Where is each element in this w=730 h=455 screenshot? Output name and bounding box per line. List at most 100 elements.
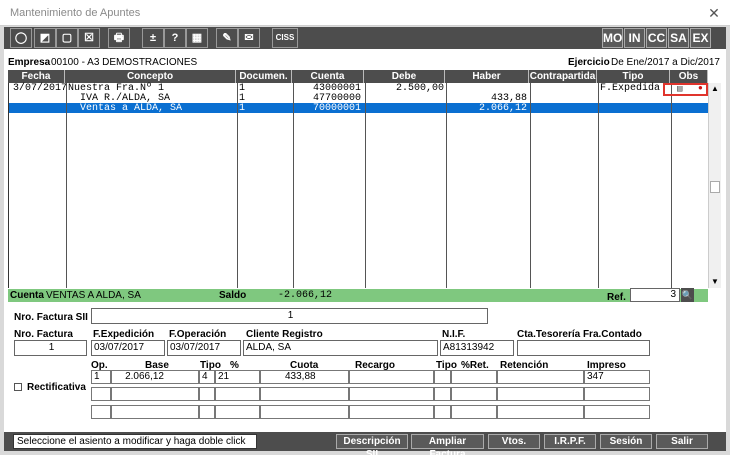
table-row-haber[interactable]: 2.066,12 bbox=[446, 104, 527, 114]
table-row-debe[interactable]: 2.500,00 bbox=[365, 84, 444, 94]
tax-cuota-cell[interactable] bbox=[260, 405, 349, 419]
tax-impreso-cell[interactable] bbox=[584, 387, 650, 401]
tax-ret-cell[interactable] bbox=[451, 405, 497, 419]
tax-cuota-cell[interactable] bbox=[260, 387, 349, 401]
f-operacion-field[interactable]: 03/07/2017 bbox=[167, 340, 241, 356]
tax-base-cell[interactable]: 2.066,12 bbox=[111, 370, 199, 384]
help-icon[interactable]: ? bbox=[164, 28, 186, 48]
search-icon[interactable]: 🔍 bbox=[681, 288, 694, 302]
ex-button[interactable]: EX bbox=[690, 28, 711, 48]
tax-tipo-cell[interactable] bbox=[199, 387, 215, 401]
cta-tesoreria-label: Cta.Tesorería Fra.Contado bbox=[517, 329, 642, 340]
tax-retencion-cell[interactable] bbox=[497, 405, 584, 419]
tax-tipo2-cell[interactable] bbox=[434, 387, 451, 401]
calculator-icon[interactable]: ▦ bbox=[186, 28, 208, 48]
print-icon[interactable]: 🖶 bbox=[108, 28, 130, 48]
empresa-label: Empresa bbox=[8, 57, 51, 68]
entries-grid[interactable]: 3/07/2017 Nuestra Fra.Nº 1 1 43000001 2.… bbox=[8, 83, 709, 288]
tax-base-cell[interactable] bbox=[111, 387, 199, 401]
scroll-thumb[interactable] bbox=[710, 181, 720, 193]
tax-pct-cell[interactable]: 21 bbox=[215, 370, 260, 384]
nif-field[interactable]: A81313942 bbox=[440, 340, 514, 356]
grid-header: Fecha Concepto Documen. Cuenta Debe Habe… bbox=[8, 70, 708, 83]
mo-button[interactable]: MO bbox=[602, 28, 623, 48]
vertical-scrollbar[interactable]: ▲ ▼ bbox=[708, 83, 721, 288]
table-row-concepto[interactable]: Ventas a ALDA, SA bbox=[68, 104, 182, 114]
tax-op-cell[interactable] bbox=[91, 387, 111, 401]
salir-button[interactable]: Salir bbox=[656, 434, 708, 449]
tax-op-cell[interactable]: 1 bbox=[91, 370, 111, 384]
tax-pct-cell[interactable] bbox=[215, 405, 260, 419]
tax-ret-cell[interactable] bbox=[451, 370, 497, 384]
refresh-icon[interactable]: ◯ bbox=[10, 28, 32, 48]
ampliar-factura-button[interactable]: Ampliar Factura bbox=[411, 434, 484, 455]
tax-tipo-cell[interactable]: 4 bbox=[199, 370, 215, 384]
notes-icon[interactable]: ✎ bbox=[216, 28, 238, 48]
tax-tipo2-cell[interactable] bbox=[434, 370, 451, 384]
table-row-documento[interactable]: 1 bbox=[239, 104, 245, 114]
scroll-down-icon[interactable]: ▼ bbox=[711, 277, 719, 286]
rectificativa-label: Rectificativa bbox=[27, 382, 86, 393]
col-cuenta[interactable]: Cuenta bbox=[292, 70, 364, 83]
tax-ret-cell[interactable] bbox=[451, 387, 497, 401]
tax-impreso-cell[interactable]: 347 bbox=[584, 370, 650, 384]
tax-cuota-cell[interactable]: 433,88 bbox=[260, 370, 349, 384]
cliente-field[interactable]: ALDA, SA bbox=[243, 340, 438, 356]
tax-op-cell[interactable] bbox=[91, 405, 111, 419]
new-icon[interactable]: ▢ bbox=[56, 28, 78, 48]
table-row-fecha[interactable]: 3/07/2017 bbox=[13, 84, 67, 94]
col-fecha[interactable]: Fecha bbox=[8, 70, 65, 83]
tax-base-cell[interactable] bbox=[111, 405, 199, 419]
tax-tipo2-cell[interactable] bbox=[434, 405, 451, 419]
vtos-button[interactable]: Vtos. bbox=[488, 434, 540, 449]
f-expedicion-field[interactable]: 03/07/2017 bbox=[91, 340, 165, 356]
account-status-bar: Cuenta VENTAS A ALDA, SA Saldo -2.066,12 bbox=[8, 289, 708, 302]
col-documento[interactable]: Documen. bbox=[236, 70, 292, 83]
nro-factura-label: Nro. Factura bbox=[14, 329, 73, 340]
scroll-up-icon[interactable]: ▲ bbox=[711, 84, 719, 93]
cta-tesoreria-field[interactable] bbox=[517, 340, 650, 356]
tax-tipo-cell[interactable] bbox=[199, 405, 215, 419]
sesion-button[interactable]: Sesión bbox=[600, 434, 652, 449]
ref-label: Ref. bbox=[607, 292, 626, 303]
cliente-label: Cliente Registro bbox=[246, 329, 323, 340]
in-button[interactable]: IN bbox=[624, 28, 645, 48]
ciss-button[interactable]: CISS bbox=[272, 28, 298, 48]
descripcion-sii-button[interactable]: Descripción SII bbox=[336, 434, 408, 455]
col-debe[interactable]: Debe bbox=[364, 70, 445, 83]
delete-icon[interactable]: ☒ bbox=[78, 28, 100, 48]
close-icon[interactable]: ✕ bbox=[704, 3, 724, 23]
ejercicio-label: Ejercicio bbox=[568, 57, 610, 68]
edit-icon[interactable]: ◩ bbox=[34, 28, 56, 48]
tax-recargo-cell[interactable] bbox=[349, 405, 434, 419]
tax-retencion-cell[interactable] bbox=[497, 370, 584, 384]
nro-factura-sii-label: Nro. Factura SII bbox=[14, 312, 88, 323]
window-title: Mantenimiento de Apuntes bbox=[10, 7, 141, 19]
ref-input[interactable]: 3 bbox=[630, 288, 680, 302]
table-row-tipo[interactable]: F.Expedida bbox=[600, 84, 660, 94]
tax-pct-cell[interactable] bbox=[215, 387, 260, 401]
col-concepto[interactable]: Concepto bbox=[65, 70, 236, 83]
sa-button[interactable]: SA bbox=[668, 28, 689, 48]
status-hint: Seleccione el asiento a modificar y haga… bbox=[13, 434, 257, 449]
nro-factura-field[interactable]: 1 bbox=[14, 340, 87, 356]
col-haber[interactable]: Haber bbox=[445, 70, 529, 83]
tax-retencion-cell[interactable] bbox=[497, 387, 584, 401]
cuenta-value: VENTAS A ALDA, SA bbox=[46, 290, 141, 301]
empresa-value: 00100 - A3 DEMOSTRACIONES bbox=[51, 57, 198, 68]
tax-recargo-cell[interactable] bbox=[349, 387, 434, 401]
col-contrapartida[interactable]: Contrapartida bbox=[529, 70, 597, 83]
rectificativa-checkbox[interactable] bbox=[14, 383, 22, 391]
irpf-button[interactable]: I.R.P.F. bbox=[544, 434, 596, 449]
tax-impreso-cell[interactable] bbox=[584, 405, 650, 419]
mail-icon[interactable]: ✉ bbox=[238, 28, 260, 48]
saldo-label: Saldo bbox=[219, 290, 247, 301]
col-tipo[interactable]: Tipo bbox=[597, 70, 670, 83]
table-row-cuenta[interactable]: 70000001 bbox=[313, 104, 361, 114]
cuenta-label: Cuenta bbox=[10, 290, 44, 301]
cc-button[interactable]: CC bbox=[646, 28, 667, 48]
nro-factura-sii-field[interactable]: 1 bbox=[91, 308, 488, 324]
tax-recargo-cell[interactable] bbox=[349, 370, 434, 384]
col-obs[interactable]: Obs bbox=[670, 70, 708, 83]
plus-minus-icon[interactable]: ± bbox=[142, 28, 164, 48]
